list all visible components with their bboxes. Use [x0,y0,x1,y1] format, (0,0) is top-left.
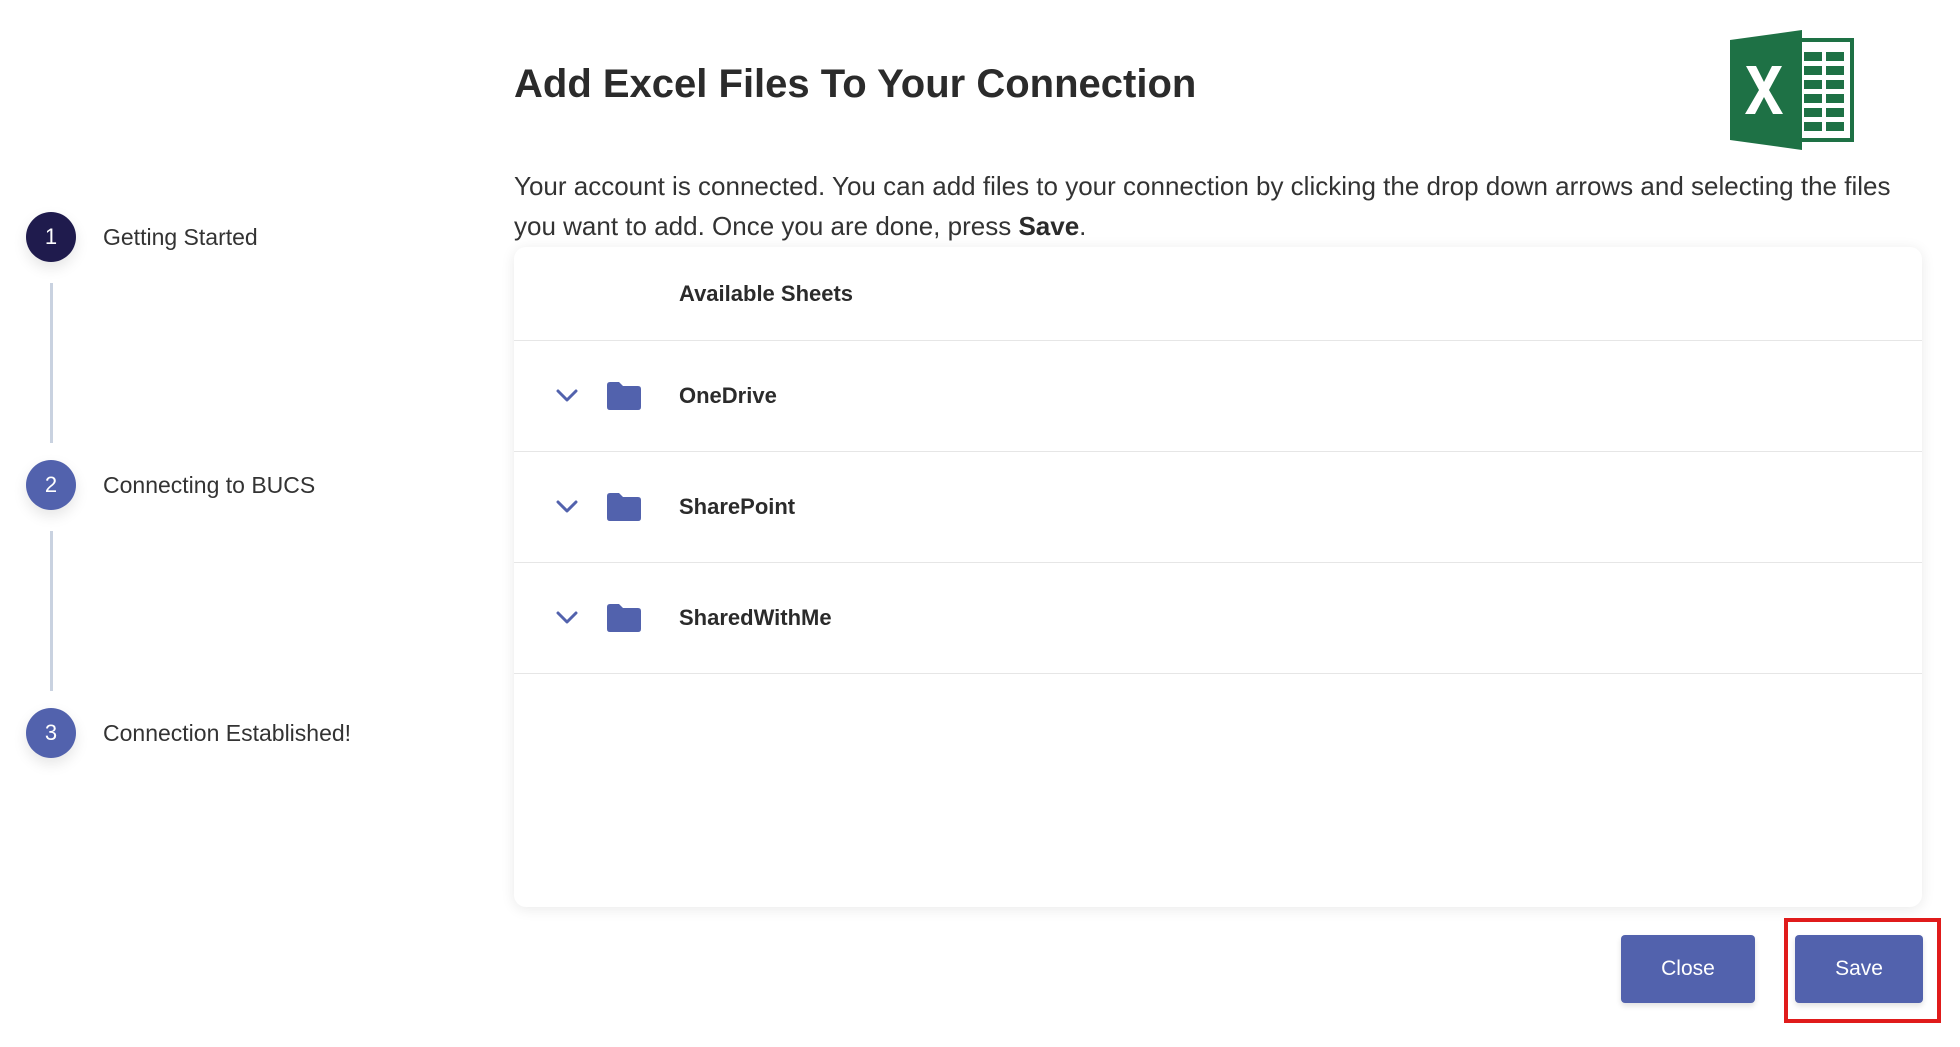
save-button[interactable]: Save [1795,935,1923,1003]
sheet-row-sharepoint[interactable]: SharePoint [514,452,1922,563]
step-connector-line [50,531,53,691]
close-button[interactable]: Close [1621,935,1755,1003]
available-sheets-panel: Available Sheets OneDrive SharePoint Sha… [514,247,1922,907]
page-title: Add Excel Files To Your Connection [514,62,1197,106]
step-label: Getting Started [103,223,258,250]
instructions-text: Your account is connected. You can add f… [514,171,1891,241]
step-number-badge: 2 [26,460,76,510]
sheet-row-onedrive[interactable]: OneDrive [514,341,1922,452]
sheet-name: SharePoint [679,494,796,519]
excel-logo-icon [1730,30,1854,150]
sheet-row-sharedwithme[interactable]: SharedWithMe [514,563,1922,674]
chevron-down-icon[interactable] [554,605,580,631]
step-connector-line [50,283,53,443]
sheet-name: OneDrive [679,383,777,408]
chevron-down-icon[interactable] [554,383,580,409]
step-label: Connection Established! [103,719,352,746]
sheet-name: SharedWithMe [679,605,832,630]
step-connecting: 2 Connecting to BUCS [26,460,315,510]
step-connection-established: 3 Connection Established! [26,708,351,758]
save-emphasis: Save [1018,211,1080,241]
step-label: Connecting to BUCS [103,471,316,498]
step-number-badge: 3 [26,708,76,758]
sheets-header-label: Available Sheets [679,280,854,306]
folder-icon [607,493,641,521]
step-getting-started: 1 Getting Started [26,212,258,262]
chevron-down-icon[interactable] [554,494,580,520]
step-number-badge: 1 [26,212,76,262]
sheets-header: Available Sheets [514,247,1922,341]
folder-icon [607,604,641,632]
folder-icon [607,382,641,410]
